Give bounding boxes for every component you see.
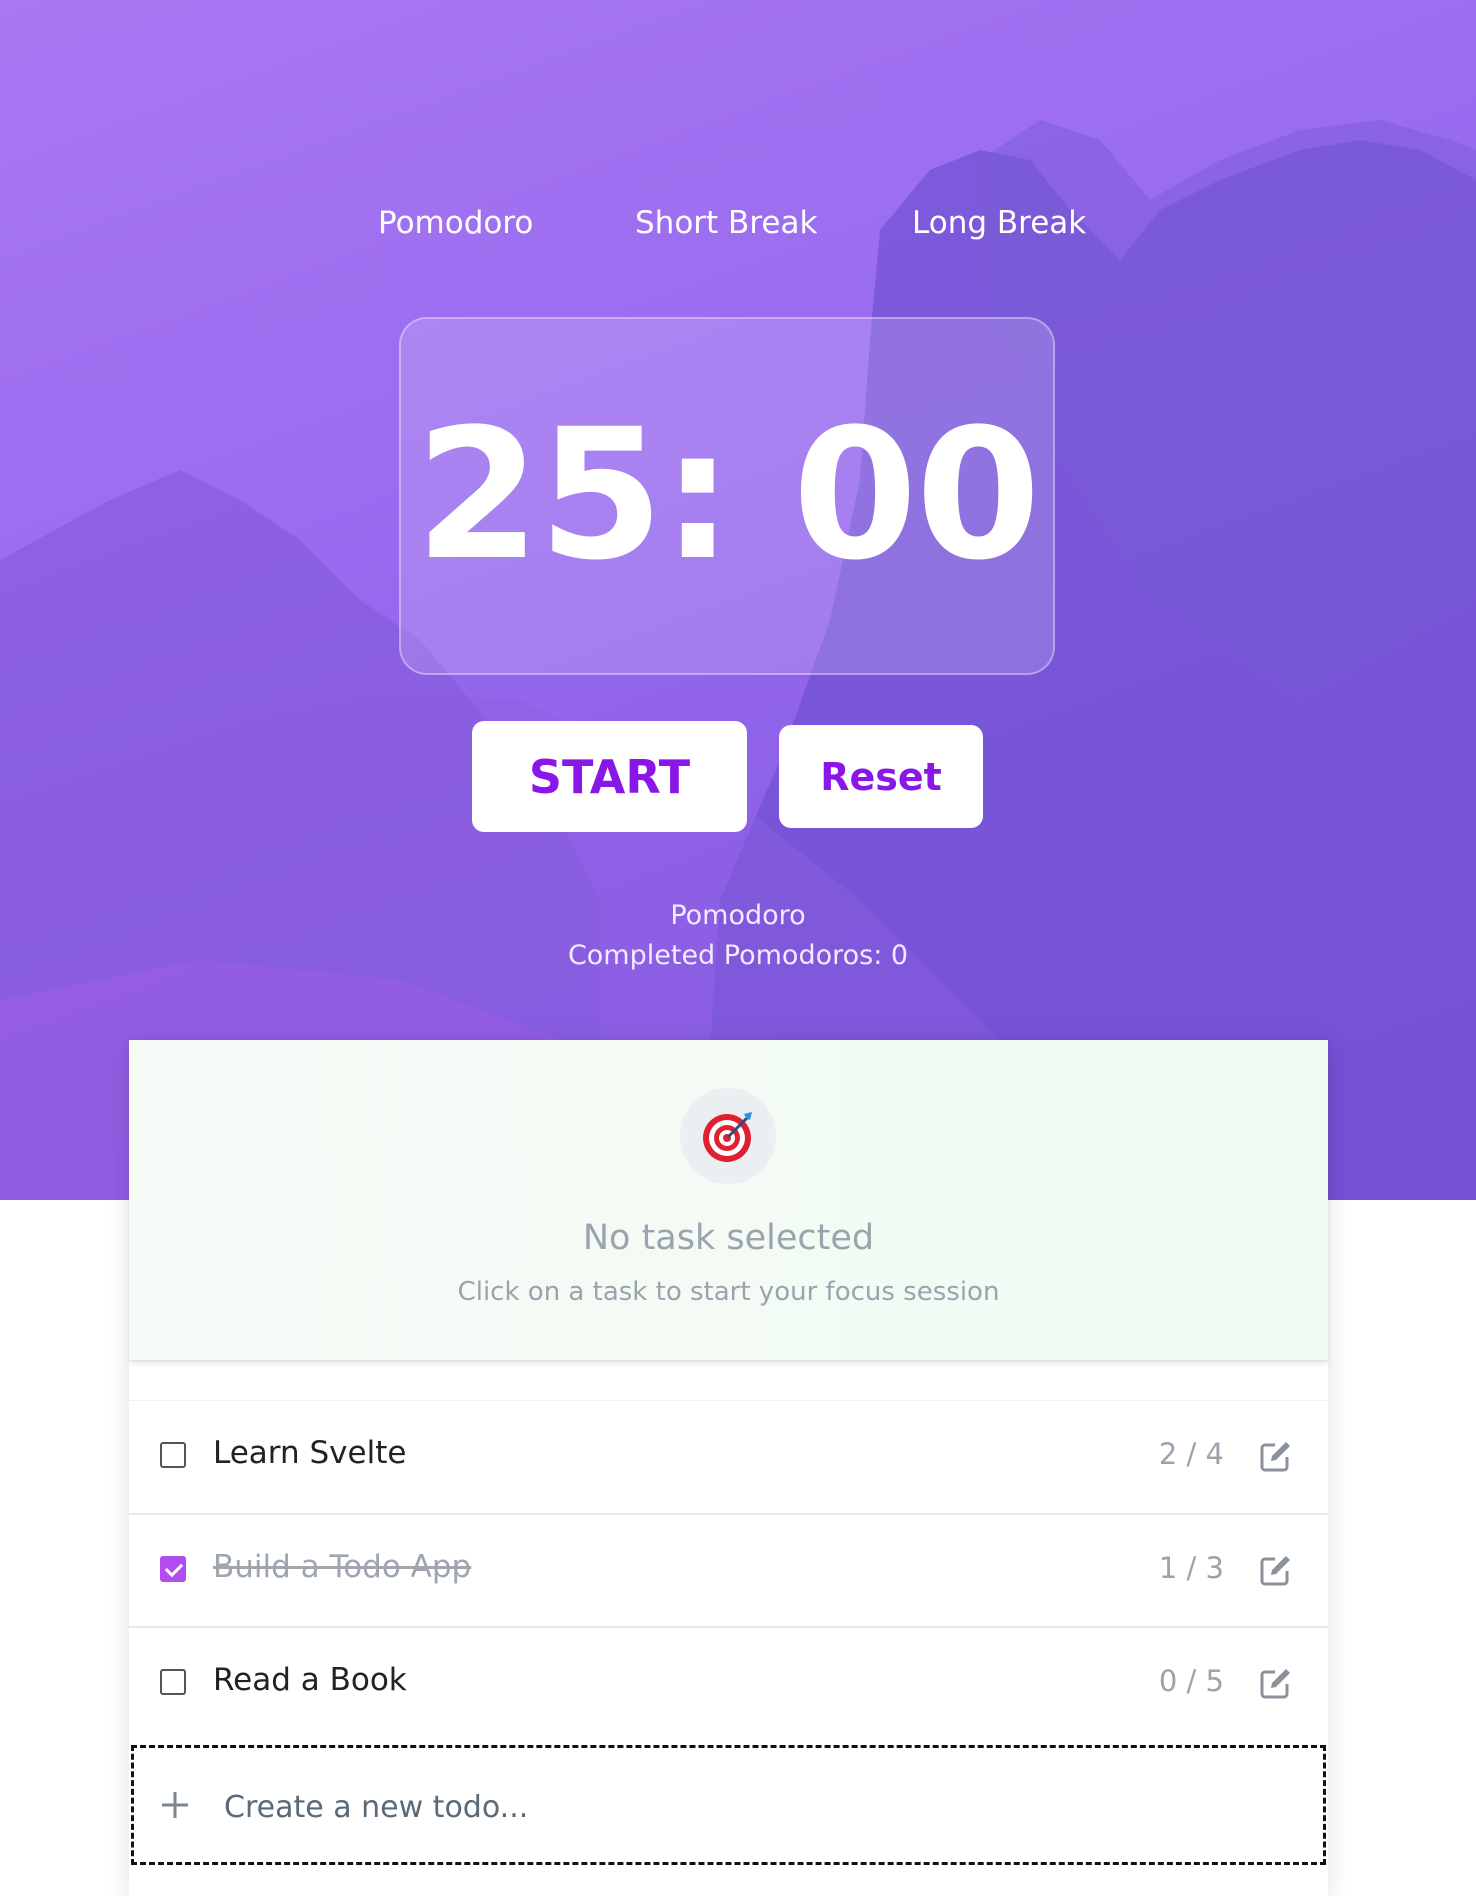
todo-list: Learn Svelte 2 / 4 Build a Todo App 1 / … [129, 1400, 1328, 1739]
todo-text: Read a Book [213, 1662, 407, 1698]
task-panel: No task selected Click on a task to star… [129, 1040, 1328, 1896]
current-mode-label: Pomodoro [670, 900, 806, 931]
plus-icon [162, 1792, 188, 1818]
new-todo-field[interactable] [131, 1745, 1326, 1865]
no-task-hint: Click on a task to start your focus sess… [457, 1277, 1000, 1307]
new-todo-input[interactable] [222, 1778, 1226, 1836]
tab-short-break[interactable]: Short Break [635, 205, 817, 241]
edit-icon[interactable] [1259, 1666, 1293, 1700]
reset-button[interactable]: Reset [779, 725, 983, 828]
todo-text: Build a Todo App [213, 1549, 472, 1585]
todo-checkbox[interactable] [160, 1669, 186, 1695]
todo-item[interactable]: Build a Todo App 1 / 3 [129, 1513, 1328, 1626]
todo-pomodoro-count: 0 / 5 [1158, 1664, 1224, 1698]
tab-long-break[interactable]: Long Break [912, 205, 1086, 241]
target-icon [680, 1088, 776, 1184]
start-button[interactable]: START [472, 721, 747, 832]
todo-item[interactable]: Learn Svelte 2 / 4 [129, 1400, 1328, 1513]
timer-card: 25: 00 [399, 317, 1055, 675]
tab-pomodoro[interactable]: Pomodoro [378, 205, 533, 241]
completed-pomodoros-count: Completed Pomodoros: 0 [567, 940, 909, 971]
todo-checkbox-checked[interactable] [160, 1556, 186, 1582]
hero-background: Pomodoro Short Break Long Break 25: 00 S… [0, 0, 1476, 1200]
focus-status-box: No task selected Click on a task to star… [129, 1040, 1328, 1362]
no-task-title: No task selected [582, 1218, 875, 1258]
edit-icon[interactable] [1259, 1553, 1293, 1587]
todo-checkbox[interactable] [160, 1442, 186, 1468]
todo-text: Learn Svelte [213, 1435, 407, 1471]
todo-pomodoro-count: 2 / 4 [1158, 1437, 1224, 1471]
todo-item[interactable]: Read a Book 0 / 5 [129, 1626, 1328, 1739]
edit-icon[interactable] [1259, 1439, 1293, 1473]
todo-pomodoro-count: 1 / 3 [1158, 1551, 1224, 1585]
timer-display: 25: 00 [415, 391, 1041, 600]
